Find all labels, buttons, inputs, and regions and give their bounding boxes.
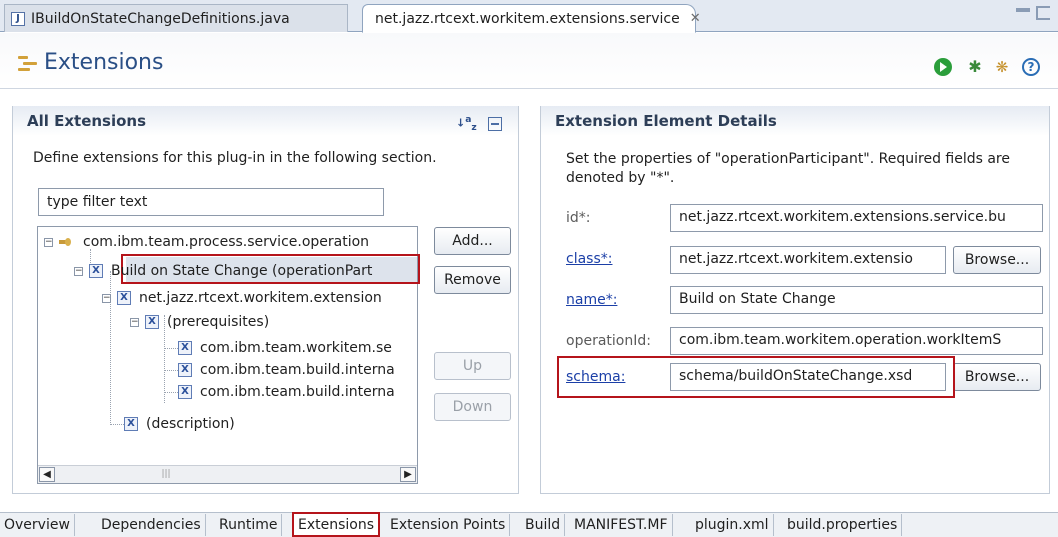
collapse-node-icon[interactable]: −: [102, 293, 111, 303]
close-tab-icon[interactable]: ✕: [690, 11, 701, 26]
tab-extension-points[interactable]: Extension Points: [386, 514, 511, 536]
add-button[interactable]: Add...: [434, 227, 511, 255]
operation-id-field[interactable]: com.ibm.team.workitem.operation.workItem…: [670, 327, 1043, 355]
schema-browse-button[interactable]: Browse...: [953, 363, 1041, 391]
editor-tab-label: net.jazz.rtcext.workitem.extensions.serv…: [375, 10, 680, 27]
element-icon: X: [145, 315, 159, 329]
collapse-node-icon[interactable]: −: [44, 237, 53, 247]
element-icon: X: [117, 291, 131, 305]
filter-input[interactable]: [38, 188, 384, 216]
tree-item[interactable]: − com.ibm.team.process.service.operation: [44, 231, 369, 253]
description-element-icon: X: [124, 417, 138, 431]
extensions-icon: [18, 55, 38, 73]
debug-icon[interactable]: ✱: [966, 58, 984, 76]
tree-item[interactable]: − X (prerequisites): [130, 311, 269, 333]
tree-item[interactable]: X com.ibm.team.workitem.se: [178, 337, 392, 359]
editor-tab-java[interactable]: J IBuildOnStateChangeDefinitions.java: [4, 4, 348, 32]
tree-item[interactable]: X com.ibm.team.build.interna: [178, 381, 395, 403]
scroll-right-icon[interactable]: ▶: [400, 467, 416, 482]
element-icon: X: [178, 341, 192, 355]
section-title: All Extensions: [13, 106, 518, 136]
tab-runtime[interactable]: Runtime: [215, 514, 283, 536]
minimize-icon[interactable]: [1016, 8, 1030, 12]
section-description: Define extensions for this plug-in in th…: [33, 150, 437, 166]
schema-highlight-box: [557, 356, 955, 398]
extension-wizard-icon[interactable]: ❋: [993, 58, 1011, 76]
class-browse-button[interactable]: Browse...: [953, 246, 1041, 274]
tree-item-label: (description): [146, 416, 235, 432]
remove-button[interactable]: Remove: [434, 266, 511, 294]
java-file-icon: J: [11, 11, 25, 26]
extensions-tree[interactable]: − com.ibm.team.process.service.operation…: [37, 226, 418, 484]
run-icon[interactable]: [934, 58, 952, 76]
tree-item-label: com.ibm.team.workitem.se: [200, 340, 392, 356]
tree-item-label: net.jazz.rtcext.workitem.extension: [139, 290, 382, 306]
operation-id-label: operationId:: [566, 333, 651, 349]
tree-item-label: com.ibm.team.process.service.operation: [83, 234, 370, 250]
tree-item-selected[interactable]: − X Build on State Change (operationPart: [74, 260, 372, 282]
scroll-left-icon[interactable]: ◀: [39, 467, 55, 482]
class-field[interactable]: net.jazz.rtcext.workitem.extensio: [670, 246, 946, 274]
class-link[interactable]: class*:: [566, 251, 612, 267]
tab-manifest[interactable]: MANIFEST.MF: [570, 514, 673, 536]
window-controls: [1008, 6, 1050, 22]
tab-overview[interactable]: Overview: [0, 514, 75, 536]
collapse-node-icon[interactable]: −: [74, 266, 83, 276]
tab-build-properties[interactable]: build.properties: [783, 514, 903, 536]
section-title: Extension Element Details: [541, 106, 1049, 136]
tree-item-label: com.ibm.team.build.interna: [200, 384, 395, 400]
id-field[interactable]: net.jazz.rtcext.workitem.extensions.serv…: [670, 204, 1043, 232]
tree-item-label: (prerequisites): [167, 314, 270, 330]
tree-item-label: Build on State Change (operationPart: [111, 263, 373, 279]
element-icon: X: [178, 363, 192, 377]
tree-item[interactable]: X com.ibm.team.build.interna: [178, 359, 395, 381]
tree-item[interactable]: − X net.jazz.rtcext.workitem.extension: [102, 287, 382, 309]
element-icon: X: [89, 264, 103, 278]
maximize-icon[interactable]: [1036, 6, 1050, 20]
sort-alphabetically-icon[interactable]: ↓az: [456, 114, 478, 134]
horizontal-scrollbar[interactable]: ◀ ||| ▶: [38, 465, 417, 483]
scroll-thumb[interactable]: |||: [56, 468, 276, 481]
id-label: id*:: [566, 210, 591, 226]
down-button[interactable]: Down: [434, 393, 511, 421]
details-description: Set the properties of "operationParticip…: [566, 151, 1010, 186]
tab-dependencies[interactable]: Dependencies: [97, 514, 206, 536]
extension-point-icon: [59, 238, 75, 246]
tree-item-label: com.ibm.team.build.interna: [200, 362, 395, 378]
collapse-node-icon[interactable]: −: [130, 317, 139, 327]
name-link[interactable]: name*:: [566, 292, 617, 308]
help-icon[interactable]: ?: [1022, 58, 1040, 76]
up-button[interactable]: Up: [434, 352, 511, 380]
name-field[interactable]: Build on State Change: [670, 286, 1043, 314]
collapse-all-icon[interactable]: [488, 117, 502, 131]
tree-item[interactable]: X (description): [124, 413, 235, 435]
tab-build[interactable]: Build: [521, 514, 566, 536]
element-icon: X: [178, 385, 192, 399]
tab-plugin-xml[interactable]: plugin.xml: [691, 514, 774, 536]
page-title: Extensions: [44, 50, 164, 75]
editor-tab-label: IBuildOnStateChangeDefinitions.java: [31, 10, 290, 27]
tab-extensions[interactable]: Extensions: [292, 512, 381, 537]
editor-tab-plugin[interactable]: net.jazz.rtcext.workitem.extensions.serv…: [362, 4, 701, 33]
